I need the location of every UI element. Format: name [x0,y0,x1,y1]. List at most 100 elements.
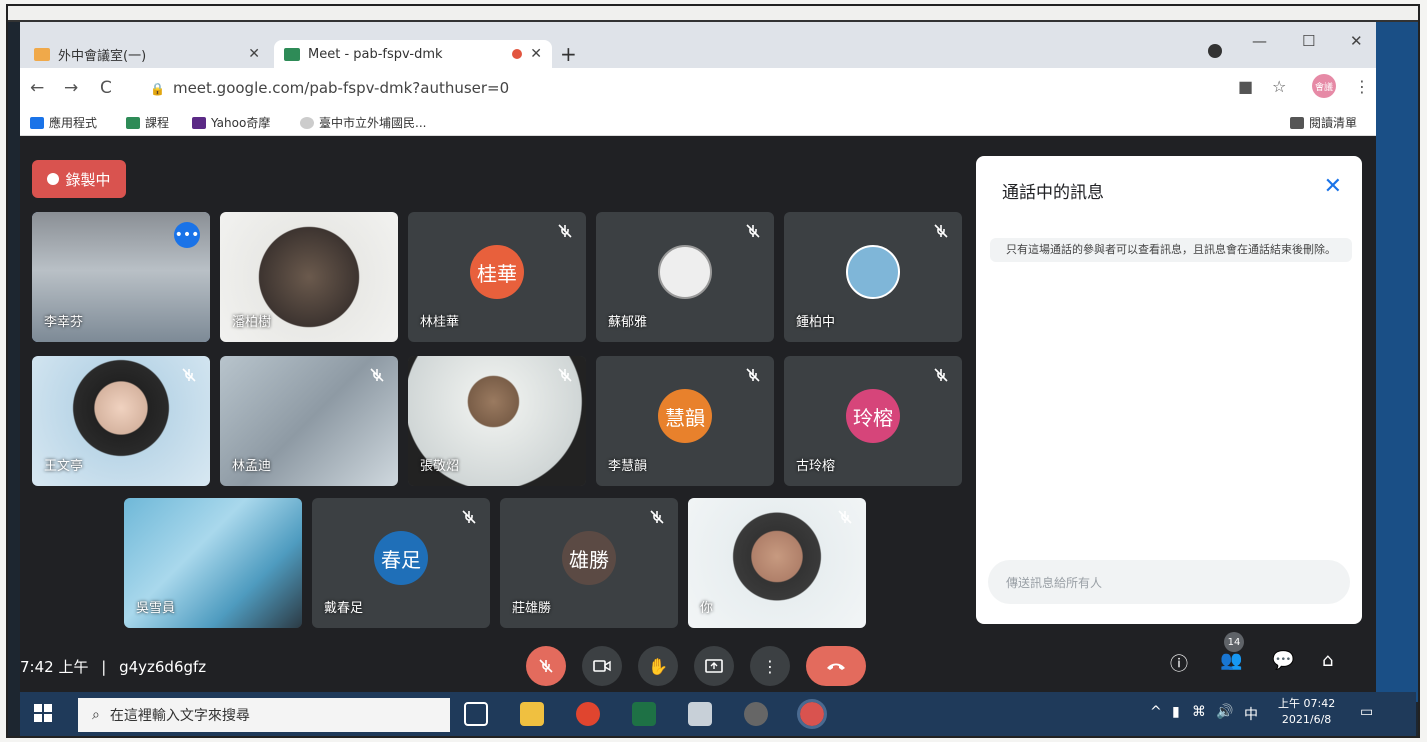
mic-off-icon [558,224,572,238]
activities-icon[interactable]: ⌂ [1322,650,1333,671]
more-options-button[interactable]: ••• [174,222,200,248]
chat-input-placeholder: 傳送訊息給所有人 [1006,575,1103,590]
participant-tile[interactable]: 張敬炤 [408,356,586,486]
people-count-badge: 14 [1224,632,1244,652]
bookmark-apps[interactable]: 應用程式 [30,114,97,131]
participant-name: 蘇郁雅 [608,315,648,330]
menu-icon[interactable]: ⋮ [1354,77,1370,96]
close-tab-icon[interactable]: ✕ [530,46,542,62]
mic-off-icon [182,368,196,382]
present-screen-icon [705,659,723,673]
bookmarks-bar: 應用程式 課程 Yahoo奇摩 臺中市立外埔國民... 閱讀清單 [20,108,1376,136]
task-view-icon[interactable] [464,702,488,726]
star-icon[interactable]: ☆ [1272,77,1286,96]
close-window-icon[interactable]: ✕ [1350,32,1363,50]
present-button[interactable] [694,646,734,686]
participant-tile[interactable]: 吳雪員 [124,498,302,628]
right-strip [1372,22,1418,702]
app-icon[interactable] [688,702,712,726]
participant-name: 林孟迪 [232,459,272,474]
search-icon: ⌕ [92,707,100,723]
chat-panel: 通話中的訊息 ✕ 只有這場通話的參與者可以查看訊息，且訊息會在通話結束後刪除。 … [976,156,1362,624]
chrome-icon[interactable] [576,702,600,726]
recording-label: 錄製中 [65,170,111,189]
chat-input[interactable]: 傳送訊息給所有人 [988,560,1350,604]
tab-classroom[interactable]: 外中會議室(一) ✕ [24,40,270,68]
ime-indicator[interactable]: 中 [1244,704,1258,724]
bookmark-yahoo[interactable]: Yahoo奇摩 [192,114,270,131]
participant-name: 戴春足 [324,601,364,616]
top-strip [8,6,1418,22]
taskbar-search[interactable]: ⌕ 在這裡輸入文字來搜尋 [78,698,450,732]
participant-tile[interactable]: ••• 李幸芬 [32,212,210,342]
participant-tile[interactable]: 玲榕 古玲榕 [784,356,962,486]
back-icon[interactable]: ← [30,78,44,98]
meet-favicon-icon [284,47,300,61]
new-tab-button[interactable]: + [560,42,577,66]
mic-off-icon [838,510,852,524]
leave-call-button[interactable] [806,646,866,686]
bookmark-course[interactable]: 課程 [126,114,169,131]
excel-icon[interactable] [632,702,656,726]
hand-icon: ✋ [648,656,668,676]
volume-icon[interactable]: 🔊 [1216,704,1233,720]
recording-indicator-icon [512,49,523,59]
participant-tile[interactable]: 你 [688,498,866,628]
mic-off-icon [650,510,664,524]
mic-off-icon [558,368,572,382]
file-explorer-icon[interactable] [520,702,544,726]
info-icon[interactable]: ⓘ [1170,650,1188,676]
close-icon[interactable]: ✕ [1324,174,1342,199]
hang-up-icon [827,663,845,670]
network-icon[interactable]: ⌘ [1192,704,1206,720]
mic-off-icon [746,224,760,238]
participant-name: 李幸芬 [44,315,84,330]
clock-date: 2021/6/8 [1281,713,1332,726]
participant-tile[interactable]: 雄勝 莊雄勝 [500,498,678,628]
reading-list[interactable]: 閱讀清單 [1290,114,1357,131]
participant-avatar: 雄勝 [562,531,616,585]
participant-tile[interactable]: 王文亭 [32,356,210,486]
reload-icon[interactable]: C [100,78,112,98]
forward-icon[interactable]: → [64,78,78,98]
tray-chevron-icon[interactable]: ^ [1150,704,1162,720]
tab-meet[interactable]: Meet - pab-fspv-dmk ✕ [274,40,552,68]
account-avatar[interactable]: 會議 [1312,74,1336,98]
windows-taskbar: ⌕ 在這裡輸入文字來搜尋 ^ ▮ ⌘ 🔊 中 上午 07:42 2021/6/8… [20,692,1416,736]
more-options-button[interactable]: ⋮ [750,646,790,686]
bookmark-school[interactable]: 臺中市立外埔國民... [300,114,426,131]
camera-icon[interactable]: ■ [1238,77,1253,96]
maximize-icon[interactable]: ☐ [1302,32,1315,50]
app-icon[interactable] [744,702,768,726]
profile-icon[interactable] [1208,44,1222,58]
mic-toggle-button[interactable] [526,646,566,686]
people-icon[interactable]: 👥 [1220,650,1242,671]
windows-start-icon[interactable] [34,704,52,722]
chrome-profile-icon[interactable] [797,699,827,729]
participant-name: 李慧韻 [608,459,648,474]
participant-tile[interactable]: 春足 戴春足 [312,498,490,628]
participant-tile[interactable]: 鍾柏中 [784,212,962,342]
participant-tile[interactable]: 潘柏樹 [220,212,398,342]
participant-tile[interactable]: 桂華 林桂華 [408,212,586,342]
recording-badge[interactable]: 錄製中 [32,160,126,198]
minimize-icon[interactable]: — [1252,32,1267,50]
apps-grid-icon [30,116,44,129]
participant-tile[interactable]: 慧韻 李慧韻 [596,356,774,486]
taskbar-clock[interactable]: 上午 07:42 2021/6/8 [1278,696,1335,728]
clock-time: 上午 07:42 [1278,697,1336,710]
camera-toggle-button[interactable] [582,646,622,686]
raise-hand-button[interactable]: ✋ [638,646,678,686]
battery-icon[interactable]: ▮ [1172,704,1180,720]
address-bar: ← → C 🔒 meet.google.com/pab-fspv-dmk?auth… [20,68,1376,108]
participant-name: 鍾柏中 [796,315,836,330]
url-field[interactable]: 🔒 meet.google.com/pab-fspv-dmk?authuser=0 [150,79,509,97]
close-tab-icon[interactable]: ✕ [248,46,260,62]
participant-avatar: 玲榕 [846,389,900,443]
chat-icon[interactable]: 💬 [1272,650,1294,671]
participant-tile[interactable]: 蘇郁雅 [596,212,774,342]
search-placeholder: 在這裡輸入文字來搜尋 [109,708,250,724]
notification-icon[interactable]: ▭ [1360,704,1373,720]
participant-tile[interactable]: 林孟迪 [220,356,398,486]
chat-notice: 只有這場通話的參與者可以查看訊息，且訊息會在通話結束後刪除。 [990,238,1352,262]
